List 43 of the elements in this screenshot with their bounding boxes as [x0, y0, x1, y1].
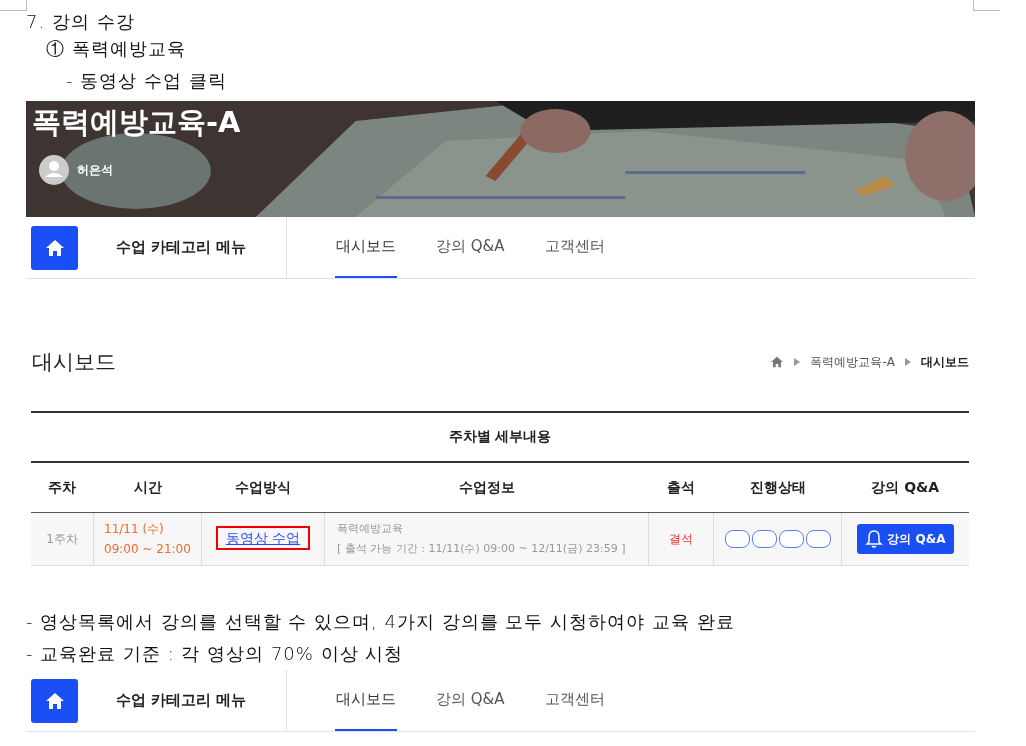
column-header: 수업정보 — [324, 462, 649, 513]
breadcrumb-item[interactable]: 폭력예방교육-A — [810, 353, 895, 371]
note-text: - 영상목록에서 강의를 선택할 수 있으며, 4가지 강의를 모두 시청하여야 교육 완료 — [26, 610, 735, 634]
nav-tab[interactable]: 고객센터 — [543, 670, 606, 731]
breadcrumb-item[interactable]: 대시보드 — [921, 353, 969, 371]
category-menu-label[interactable]: 수업 카테고리 메뉴 — [116, 691, 247, 710]
avatar-icon — [39, 155, 69, 185]
page-corner-mark — [973, 0, 1000, 11]
table-caption: 주차별 세부내용 — [31, 412, 969, 462]
page-title: 대시보드 — [32, 349, 116, 376]
column-header: 강의 Q&A — [841, 462, 969, 513]
table-cell: 11/11 (수) 09:00 ~ 21:00 — [93, 512, 202, 566]
instruction-text: - 동영상 수업 클릭 — [66, 69, 227, 93]
course-title: 폭력예방교육-A — [32, 104, 241, 141]
chevron-icon — [905, 358, 911, 366]
table-cell: 결석 — [648, 512, 714, 566]
subsection-heading: ① 폭력예방교육 — [46, 37, 186, 61]
column-header: 수업방식 — [201, 462, 325, 513]
home-button[interactable] — [31, 225, 78, 270]
column-header: 진행상태 — [713, 462, 842, 513]
column-header: 주차 — [31, 462, 94, 513]
home-icon[interactable] — [770, 356, 785, 368]
category-menu-label[interactable]: 수업 카테고리 메뉴 — [116, 238, 247, 257]
section-heading: 7. 강의 수강 — [26, 11, 135, 33]
column-header: 시간 — [93, 462, 202, 513]
nav-tab[interactable]: 강의 Q&A — [435, 670, 506, 731]
home-icon — [44, 691, 65, 710]
note-text: - 교육완료 기준 : 각 영상의 70% 이상 시청 — [26, 642, 404, 666]
home-icon — [44, 238, 65, 257]
nav-tab[interactable]: 고객센터 — [543, 217, 606, 278]
chevron-icon — [794, 358, 801, 366]
instructor-name: 허은석 — [77, 161, 113, 179]
nav-tab[interactable]: 강의 Q&A — [435, 217, 506, 278]
table-cell: 1주차 — [31, 512, 94, 566]
nav-tab[interactable]: 대시보드 — [335, 217, 397, 278]
nav-tab[interactable]: 대시보드 — [335, 670, 397, 731]
bell-icon — [865, 529, 884, 549]
qa-button[interactable]: 강의 Q&A — [857, 524, 954, 554]
page-corner-mark — [0, 0, 27, 11]
table-cell: 폭력예방교육 [ 출석 가능 기간 : 11/11(수) 09:00 ~ 12/11(금) 23:59 ] — [324, 512, 649, 566]
home-button[interactable] — [31, 678, 78, 723]
column-header: 출석 — [648, 462, 714, 513]
video-lesson-link[interactable]: 동영상 수업 — [215, 526, 311, 550]
